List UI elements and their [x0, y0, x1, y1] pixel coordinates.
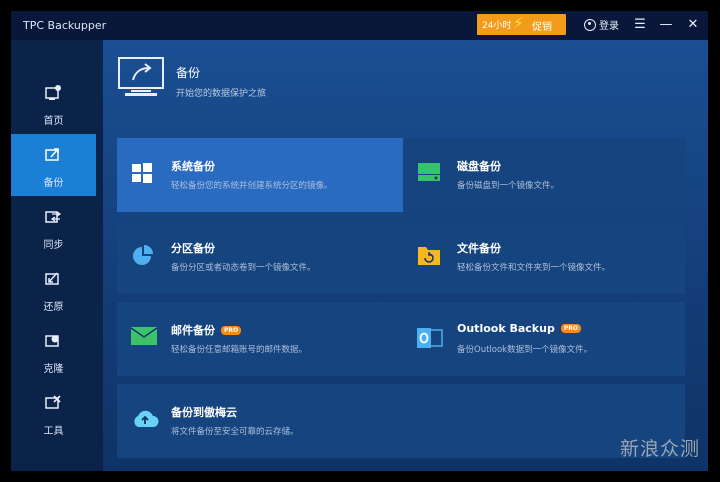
- cloud-icon: [134, 410, 159, 427]
- sidebar: 首页 备份 同步 还原 克隆 工具: [11, 40, 103, 471]
- sidebar-item-clone[interactable]: 克隆: [11, 320, 96, 382]
- card-title: 系统备份: [171, 160, 215, 173]
- card-title: Outlook Backup PRO: [457, 322, 581, 335]
- partition-icon: [133, 245, 153, 265]
- card-title: 备份到傲梅云: [171, 406, 237, 419]
- app-window: TPC Backupper 24小时 ⚡ 促销 登录 ☰ — ✕ 首页 备份 同…: [11, 11, 708, 471]
- card-desc: 备份磁盘到一个镜像文件。: [457, 181, 560, 191]
- sync-icon: [45, 211, 62, 223]
- card-title: 邮件备份 PRO: [171, 322, 242, 338]
- lightning-icon: ⚡: [513, 14, 524, 32]
- user-icon: [584, 19, 596, 31]
- outlook-icon: [417, 328, 443, 348]
- sidebar-item-label: 工具: [43, 426, 64, 437]
- home-icon: [45, 85, 61, 100]
- clone-icon: [45, 335, 59, 347]
- sidebar-item-home[interactable]: 首页: [11, 72, 96, 134]
- menu-icon[interactable]: ☰: [630, 15, 650, 35]
- backup-icon: [45, 148, 59, 161]
- card-title: 文件备份: [457, 242, 501, 255]
- card-system-backup[interactable]: 系统备份 轻松备份您的系统并创建系统分区的镜像。: [117, 138, 403, 212]
- card-title-text: Outlook Backup: [457, 322, 555, 335]
- page-subtitle: 开始您的数据保护之旅: [176, 89, 267, 99]
- promo-label-left: 24小时: [482, 21, 512, 31]
- sidebar-item-backup[interactable]: 备份: [11, 134, 96, 196]
- folder-icon: [418, 247, 440, 265]
- card-title: 分区备份: [171, 242, 215, 255]
- card-mail-backup[interactable]: 邮件备份 PRO 轻松备份任意邮箱账号的邮件数据。: [117, 302, 403, 376]
- promo-button[interactable]: 24小时 ⚡ 促销: [477, 14, 566, 35]
- login-button[interactable]: 登录: [584, 17, 619, 32]
- card-title-text: 邮件备份: [171, 324, 215, 337]
- tools-icon: [45, 395, 61, 409]
- card-cloud-backup[interactable]: 备份到傲梅云 将文件备份至安全可靠的云存储。: [117, 384, 685, 458]
- card-desc: 轻松备份您的系统并创建系统分区的镜像。: [171, 181, 333, 191]
- sidebar-item-tools[interactable]: 工具: [11, 382, 96, 444]
- watermark: 新浪众测: [620, 438, 701, 460]
- card-desc: 备份分区或者动态卷到一个镜像文件。: [171, 263, 316, 273]
- sidebar-item-label: 克隆: [43, 364, 64, 375]
- pro-badge: PRO: [560, 324, 581, 333]
- sidebar-item-restore[interactable]: 还原: [11, 258, 96, 320]
- card-outlook-backup[interactable]: Outlook Backup PRO 备份Outlook数据到一个镜像文件。: [403, 302, 685, 376]
- login-label: 登录: [599, 21, 619, 32]
- promo-label-right: 促销: [532, 22, 552, 33]
- restore-icon: [45, 272, 59, 285]
- close-icon[interactable]: ✕: [683, 15, 703, 35]
- backup-header-icon: [118, 57, 164, 96]
- page-title: 备份: [176, 66, 201, 80]
- card-desc: 轻松备份任意邮箱账号的邮件数据。: [171, 345, 308, 355]
- main-panel: 备份 开始您的数据保护之旅 系统备份 轻松备份您的系统并创建系统分区的镜像。 磁…: [103, 40, 708, 471]
- card-partition-backup[interactable]: 分区备份 备份分区或者动态卷到一个镜像文件。: [117, 220, 403, 294]
- card-desc: 将文件备份至安全可靠的云存储。: [171, 427, 299, 437]
- sidebar-item-label: 还原: [43, 302, 64, 313]
- app-title: TPC Backupper: [23, 19, 107, 32]
- sidebar-item-label: 首页: [43, 116, 64, 127]
- sidebar-item-sync[interactable]: 同步: [11, 196, 96, 258]
- card-file-backup[interactable]: 文件备份 轻松备份文件和文件夹到一个镜像文件。: [403, 220, 685, 294]
- disk-icon: [418, 163, 440, 181]
- sidebar-item-label: 备份: [43, 178, 64, 189]
- pro-badge: PRO: [221, 326, 242, 335]
- card-desc: 轻松备份文件和文件夹到一个镜像文件。: [457, 263, 611, 273]
- card-title: 磁盘备份: [457, 160, 501, 173]
- card-disk-backup[interactable]: 磁盘备份 备份磁盘到一个镜像文件。: [403, 138, 685, 212]
- sidebar-item-label: 同步: [43, 240, 64, 251]
- card-desc: 备份Outlook数据到一个镜像文件。: [457, 345, 593, 355]
- windows-icon: [132, 163, 152, 183]
- minimize-icon[interactable]: —: [656, 15, 676, 35]
- title-bar: TPC Backupper 24小时 ⚡ 促销 登录 ☰ — ✕: [11, 11, 708, 40]
- mail-icon: [131, 327, 157, 345]
